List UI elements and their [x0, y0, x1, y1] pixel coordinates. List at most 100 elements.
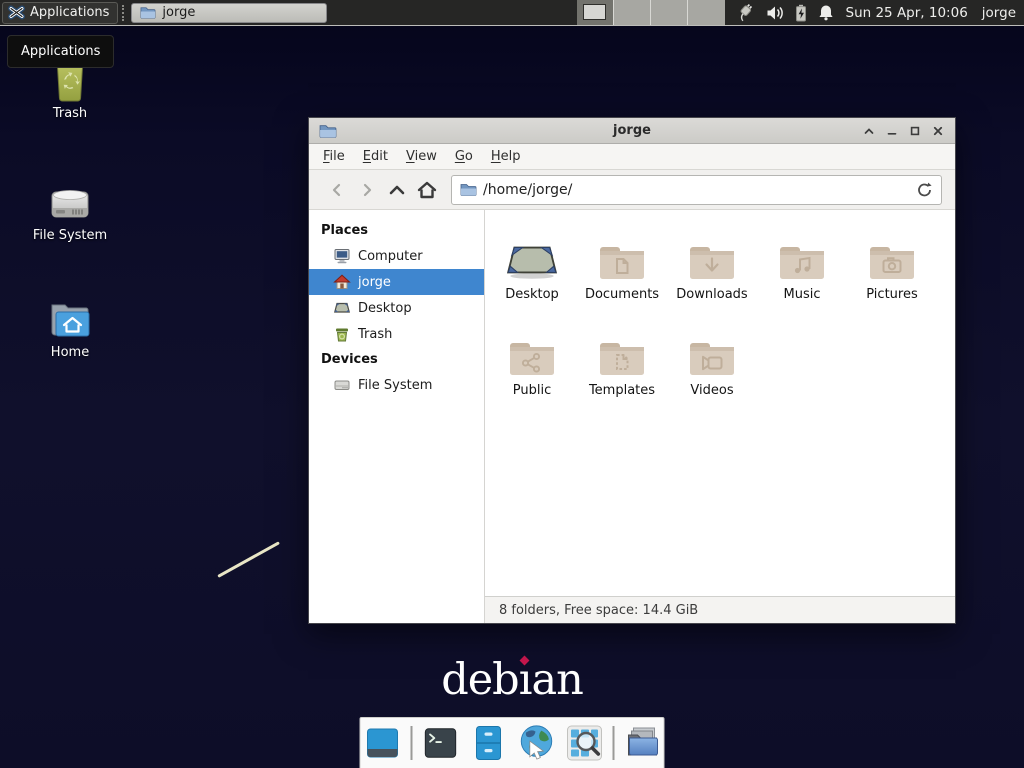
path-input[interactable] [483, 182, 910, 198]
folder-music-icon [778, 224, 826, 282]
sidebar-item-desktop[interactable]: Desktop [309, 295, 484, 321]
close-button[interactable] [931, 124, 945, 138]
file-item-label: Videos [690, 383, 733, 398]
panel-handle [122, 5, 128, 21]
workspace-4[interactable] [687, 0, 724, 25]
file-item-label: Music [784, 287, 821, 302]
workspace-3[interactable] [650, 0, 687, 25]
desktop-folder-icon [504, 224, 560, 282]
desktop-icon-label: Home [28, 345, 112, 360]
file-item-music[interactable]: Music [757, 224, 847, 320]
menubar: File Edit View Go Help [309, 144, 955, 170]
computer-icon [333, 247, 351, 265]
folder-pictures-icon [868, 224, 916, 282]
file-item-label: Downloads [676, 287, 747, 302]
file-cabinet-icon[interactable] [468, 723, 508, 763]
toolbar [309, 170, 955, 210]
applications-tooltip: Applications [7, 35, 114, 68]
file-item-label: Templates [589, 383, 655, 398]
shade-button[interactable] [862, 124, 876, 138]
file-item-documents[interactable]: Documents [577, 224, 667, 320]
folder-downloads-icon [688, 224, 736, 282]
folder-public-icon [508, 320, 556, 378]
sidebar-header-places: Places [309, 218, 484, 243]
refresh-icon[interactable] [916, 181, 933, 198]
file-item-downloads[interactable]: Downloads [667, 224, 757, 320]
drive-mini-icon [333, 376, 351, 394]
menu-go[interactable]: Go [446, 145, 482, 168]
debian-wordmark: debıan [0, 655, 1024, 705]
path-bar[interactable] [451, 175, 942, 205]
sidebar-item-label: File System [358, 378, 432, 393]
file-item-label: Public [513, 383, 551, 398]
workspace-1[interactable] [577, 0, 613, 25]
file-item-public[interactable]: Public [487, 320, 577, 416]
file-item-templates[interactable]: Templates [577, 320, 667, 416]
window-folder-icon [319, 123, 337, 139]
sidebar-item-label: Trash [358, 327, 392, 342]
dock-separator [410, 726, 412, 760]
file-item-label: Pictures [866, 287, 917, 302]
desktop-mini-icon [333, 299, 351, 317]
trash-mini-icon [333, 325, 351, 343]
notification-bell-icon[interactable] [818, 4, 834, 21]
panel-username[interactable]: jorge [982, 5, 1016, 21]
window-title: jorge [309, 123, 955, 138]
sidebar-header-devices: Devices [309, 347, 484, 372]
file-manager-icon[interactable] [622, 723, 662, 763]
file-manager-window: jorge File Edit View Go Help [308, 117, 956, 624]
maximize-button[interactable] [908, 124, 922, 138]
minimize-button[interactable] [885, 124, 899, 138]
system-tray [735, 3, 834, 23]
back-button[interactable] [322, 175, 352, 205]
desktop-icon-label: File System [28, 228, 112, 243]
taskbar-window-label: jorge [162, 5, 195, 20]
menu-view[interactable]: View [397, 145, 446, 168]
workspace-2[interactable] [613, 0, 650, 25]
menu-edit[interactable]: Edit [354, 145, 397, 168]
file-view: Desktop Documents [485, 210, 955, 623]
sidebar-item-computer[interactable]: Computer [309, 243, 484, 269]
top-panel: Applications jorge [0, 0, 1024, 26]
volume-icon[interactable] [766, 5, 784, 21]
dock-separator [612, 726, 614, 760]
sidebar-item-trash[interactable]: Trash [309, 321, 484, 347]
home-folder-icon [28, 291, 112, 341]
menu-help[interactable]: Help [482, 145, 530, 168]
desktop-icon-file-system[interactable]: File System [28, 174, 112, 243]
sidebar-item-jorge[interactable]: jorge [309, 269, 484, 295]
bottom-dock [360, 717, 665, 768]
panel-clock[interactable]: Sun 25 Apr, 10:06 [846, 5, 968, 21]
folder-documents-icon [598, 224, 646, 282]
desktop-icon-home[interactable]: Home [28, 291, 112, 360]
power-plug-icon[interactable] [735, 3, 756, 23]
applications-menu-button[interactable]: Applications [2, 2, 118, 24]
file-item-label: Documents [585, 287, 659, 302]
titlebar[interactable]: jorge [309, 118, 955, 144]
file-item-videos[interactable]: Videos [667, 320, 757, 416]
app-finder-icon[interactable] [564, 723, 604, 763]
statusbar: 8 folders, Free space: 14.4 GiB [485, 596, 955, 623]
up-button[interactable] [382, 175, 412, 205]
terminal-icon[interactable] [420, 723, 460, 763]
folder-icon [140, 5, 156, 20]
desktop-launcher-icon[interactable] [362, 723, 402, 763]
applications-menu-label: Applications [30, 5, 109, 20]
web-browser-icon[interactable] [516, 723, 556, 763]
file-item-pictures[interactable]: Pictures [847, 224, 937, 320]
forward-button[interactable] [352, 175, 382, 205]
folder-videos-icon [688, 320, 736, 378]
sidebar-item-file-system[interactable]: File System [309, 372, 484, 398]
user-home-icon [333, 273, 351, 291]
sidebar-item-label: Desktop [358, 301, 412, 316]
menu-file[interactable]: File [314, 145, 354, 168]
hard-drive-icon [28, 174, 112, 224]
folder-templates-icon [598, 320, 646, 378]
sidebar: Places Computer [309, 210, 485, 623]
diagonal-line-artifact [217, 541, 280, 578]
taskbar-window-button[interactable]: jorge [131, 3, 327, 23]
battery-charging-icon[interactable] [794, 4, 808, 22]
file-item-desktop[interactable]: Desktop [487, 224, 577, 320]
home-button[interactable] [412, 175, 442, 205]
sidebar-item-label: Computer [358, 249, 423, 264]
